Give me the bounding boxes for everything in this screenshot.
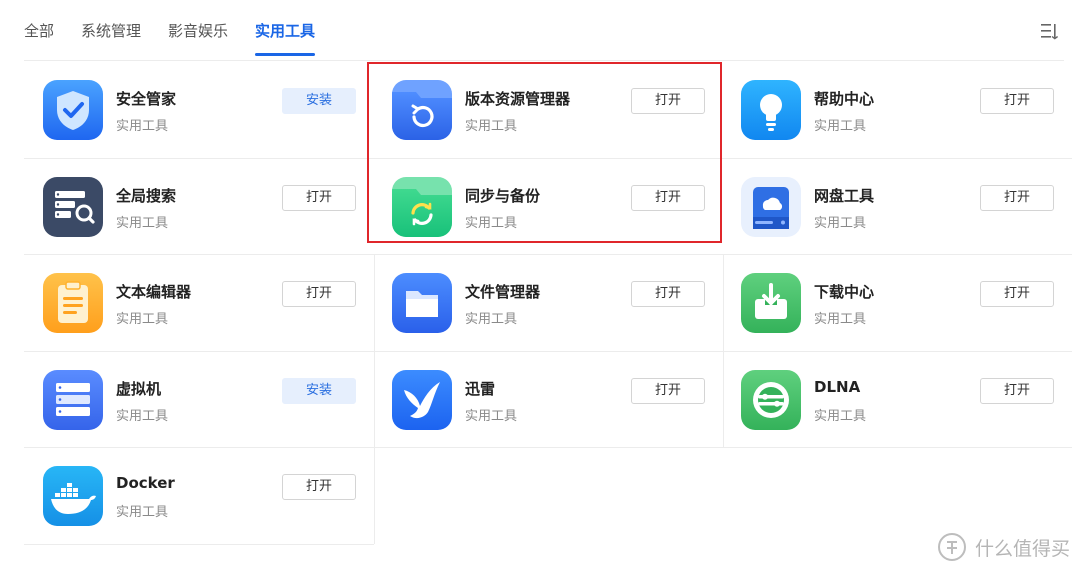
app-category: 实用工具 [814,312,867,327]
server-search-icon [43,177,103,237]
app-card-cloud-drive: 网盘工具 实用工具 打开 [722,158,1072,255]
app-category: 实用工具 [465,409,518,424]
docker-whale-icon [43,466,103,526]
tab-utilities[interactable]: 实用工具 [255,18,316,56]
open-button[interactable]: 打开 [631,378,705,404]
watermark-text: 什么值得买 [974,537,1070,560]
app-name: 文件管理器 [465,283,541,301]
lightbulb-icon [741,80,801,140]
app-card-text-editor: 文本编辑器 实用工具 打开 [24,254,374,351]
clipboard-icon [43,273,103,333]
open-button[interactable]: 打开 [282,474,356,500]
bird-icon [392,370,452,430]
menu-toggle-icon[interactable] [1040,22,1059,40]
install-button[interactable]: 安装 [282,88,356,114]
highlight-box [367,62,722,243]
app-card-docker: Docker 实用工具 打开 [24,447,374,544]
app-category: 实用工具 [116,409,169,424]
download-tray-icon [741,273,801,333]
app-card-global-search: 全局搜索 实用工具 打开 [24,158,374,255]
app-name: 安全管家 [116,90,177,108]
app-name: Docker [116,474,175,492]
cloud-drive-icon [741,177,801,237]
server-stack-icon [43,370,103,430]
app-category: 实用工具 [116,505,169,520]
shield-check-icon [43,80,103,140]
app-category: 实用工具 [116,312,169,327]
tab-all[interactable]: 全部 [24,18,54,52]
app-card-dlna: DLNA 实用工具 打开 [722,351,1072,448]
app-name: 帮助中心 [814,90,875,108]
app-name: 全局搜索 [116,187,177,205]
open-button[interactable]: 打开 [631,281,705,307]
app-card-security-manager: 安全管家 实用工具 安装 [24,61,374,158]
app-name: 网盘工具 [814,187,875,205]
tab-system-management[interactable]: 系统管理 [81,18,141,52]
app-category: 实用工具 [116,216,169,231]
app-name: 虚拟机 [116,380,162,398]
app-card-help-center: 帮助中心 实用工具 打开 [722,61,1072,158]
open-button[interactable]: 打开 [282,281,356,307]
open-button[interactable]: 打开 [980,88,1054,114]
tab-media-entertainment[interactable]: 影音娱乐 [168,18,228,52]
app-card-xunlei: 迅雷 实用工具 打开 [373,351,723,448]
watermark: 什么值得买 [937,532,1070,562]
dlna-icon [741,370,801,430]
app-category: 实用工具 [814,409,867,424]
app-category: 实用工具 [814,216,867,231]
app-card-file-manager: 文件管理器 实用工具 打开 [373,254,723,351]
open-button[interactable]: 打开 [980,281,1054,307]
app-category: 实用工具 [814,119,867,134]
smzdm-logo-icon [937,532,967,562]
open-button[interactable]: 打开 [980,378,1054,404]
app-card-download-center: 下载中心 实用工具 打开 [722,254,1072,351]
app-name: 下载中心 [814,283,875,301]
install-button[interactable]: 安装 [282,378,356,404]
folder-icon [392,273,452,333]
app-name: DLNA [814,378,861,396]
tab-bar: 全部 系统管理 影音娱乐 实用工具 [24,18,342,56]
open-button[interactable]: 打开 [282,185,356,211]
open-button[interactable]: 打开 [980,185,1054,211]
app-name: 文本编辑器 [116,283,192,301]
app-name: 迅雷 [465,380,496,398]
app-category: 实用工具 [465,312,518,327]
app-card-virtual-machine: 虚拟机 实用工具 安装 [24,351,374,448]
app-category: 实用工具 [116,119,169,134]
